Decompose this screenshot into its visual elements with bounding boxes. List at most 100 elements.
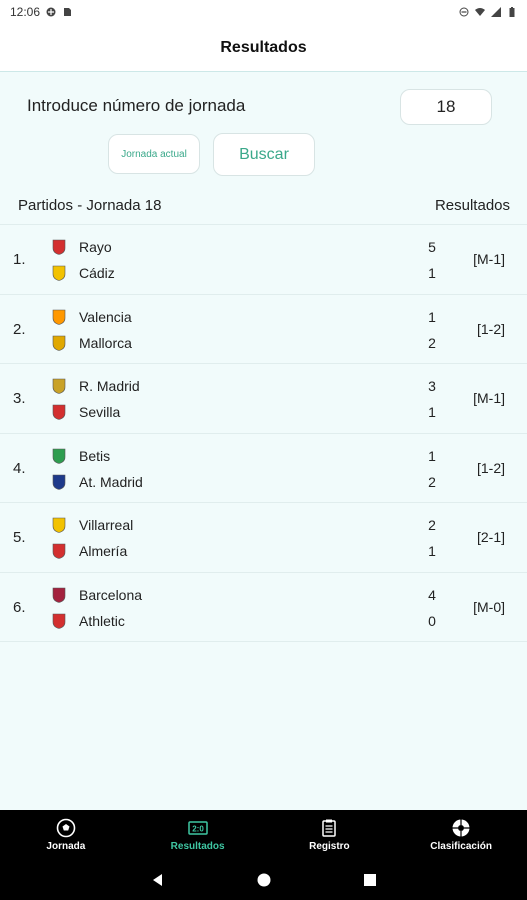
result-code: [M-1] <box>473 251 505 267</box>
jornada-label: Introduce número de jornada <box>27 96 246 115</box>
svg-text:2:0: 2:0 <box>192 825 204 834</box>
match-number: 3. <box>13 390 26 407</box>
team-crest-icon <box>52 587 66 603</box>
match-row: 6. Barcelona Athletic 4 0 [M-0] <box>0 573 527 642</box>
result-code: [M-0] <box>473 598 505 615</box>
nav-label-clasificacion: Clasificación <box>430 841 492 852</box>
match-row: 3. R. Madrid Sevilla 3 1 [M-1] <box>0 364 527 434</box>
team-crest-icon <box>52 448 66 464</box>
nav-label-resultados: Resultados <box>170 841 225 852</box>
home-team-name: Rayo <box>79 239 112 255</box>
home-team: Villarreal <box>51 515 133 535</box>
home-team-name: R. Madrid <box>79 378 140 394</box>
system-navigation-bar <box>0 860 527 900</box>
table-header-matches: Partidos - Jornada 18 <box>18 197 162 214</box>
team-crest-icon <box>52 517 66 533</box>
away-team: Mallorca <box>51 333 132 353</box>
do-not-disturb-icon <box>459 7 469 17</box>
away-score: 1 <box>428 265 436 281</box>
settings-notification-icon <box>46 7 56 17</box>
home-team: Valencia <box>51 307 132 327</box>
away-team-name: Almería <box>79 543 128 559</box>
nav-label-jornada: Jornada <box>46 841 86 852</box>
away-team-name: Athletic <box>79 612 125 629</box>
away-score: 0 <box>428 612 436 629</box>
home-score: 2 <box>428 517 436 533</box>
team-crest-icon <box>52 335 66 351</box>
home-icon[interactable] <box>256 872 272 888</box>
home-team-name: Valencia <box>79 308 132 325</box>
away-score: 1 <box>428 404 436 420</box>
page-title: Resultados <box>220 38 307 56</box>
away-team: Almería <box>51 541 127 561</box>
match-number: 6. <box>13 598 26 616</box>
nav-registro[interactable]: Registro <box>264 810 396 860</box>
home-team: Betis <box>51 446 110 466</box>
sd-card-icon <box>64 8 72 16</box>
team-crest-icon <box>52 265 66 281</box>
nav-resultados[interactable]: 2:0 Resultados <box>132 810 264 860</box>
match-list: 1. Rayo Cádiz 5 1 [M-1] 2. Valencia Mall… <box>0 224 527 642</box>
team-crest-icon <box>52 613 66 629</box>
match-number: 1. <box>13 251 26 268</box>
away-team: Cádiz <box>51 263 115 283</box>
team-crest-icon <box>52 239 66 255</box>
bottom-navigation: Jornada 2:0 Resultados Registro Clasific… <box>0 810 527 860</box>
home-team-name: Barcelona <box>79 586 143 603</box>
match-number: 2. <box>13 320 26 338</box>
trophy-ball-icon <box>452 819 470 837</box>
home-team: Rayo <box>51 237 112 257</box>
match-row: 2. Valencia Mallorca 1 2 [1-2] <box>0 295 527 364</box>
back-icon[interactable] <box>150 872 166 888</box>
clipboard-icon <box>322 819 337 837</box>
signal-icon <box>491 7 501 17</box>
home-team: R. Madrid <box>51 376 140 396</box>
app-bar: Resultados <box>0 24 527 72</box>
result-code: [M-1] <box>473 390 505 406</box>
result-code: [1-2] <box>476 320 505 337</box>
home-score: 5 <box>428 239 436 255</box>
battery-icon <box>509 7 515 17</box>
home-score: 1 <box>428 447 436 464</box>
home-score: 1 <box>428 308 436 325</box>
nav-clasificacion[interactable]: Clasificación <box>395 810 527 860</box>
result-code: [1-2] <box>476 459 505 476</box>
team-crest-icon <box>52 378 66 394</box>
jornada-input[interactable] <box>400 89 492 125</box>
nav-jornada[interactable]: Jornada <box>0 810 132 860</box>
status-time: 12:06 <box>10 5 41 19</box>
match-number: 5. <box>13 529 26 546</box>
match-number: 4. <box>13 459 26 477</box>
away-team: Athletic <box>51 611 125 631</box>
away-team-name: Mallorca <box>79 334 132 351</box>
scoreboard-icon: 2:0 <box>187 821 208 835</box>
buscar-button[interactable]: Buscar <box>213 133 315 176</box>
team-crest-icon <box>52 543 66 559</box>
team-crest-icon <box>52 404 66 420</box>
home-team-name: Betis <box>79 447 111 464</box>
match-row: 5. Villarreal Almería 2 1 [2-1] <box>0 503 527 573</box>
status-bar: 12:06 <box>0 0 527 24</box>
home-score: 4 <box>428 586 436 603</box>
away-team-name: At. Madrid <box>79 473 143 490</box>
soccer-ball-icon <box>56 818 76 838</box>
result-code: [2-1] <box>476 529 505 545</box>
home-team-name: Villarreal <box>79 517 134 533</box>
away-team: Sevilla <box>51 402 120 422</box>
table-header-results: Resultados <box>434 197 510 214</box>
match-row: 1. Rayo Cádiz 5 1 [M-1] <box>0 225 527 295</box>
wifi-icon <box>475 8 485 16</box>
away-score: 1 <box>428 543 436 559</box>
recents-icon[interactable] <box>362 872 378 888</box>
away-score: 2 <box>428 473 436 490</box>
jornada-actual-button[interactable]: Jornada actual <box>108 134 200 174</box>
home-score: 3 <box>428 378 436 394</box>
match-row: 4. Betis At. Madrid 1 2 [1-2] <box>0 434 527 503</box>
away-team-name: Sevilla <box>79 404 121 420</box>
home-team: Barcelona <box>51 585 142 605</box>
away-team-name: Cádiz <box>79 265 115 281</box>
nav-label-registro: Registro <box>309 841 350 852</box>
away-team: At. Madrid <box>51 472 143 492</box>
team-crest-icon <box>52 309 66 325</box>
away-score: 2 <box>428 334 436 351</box>
